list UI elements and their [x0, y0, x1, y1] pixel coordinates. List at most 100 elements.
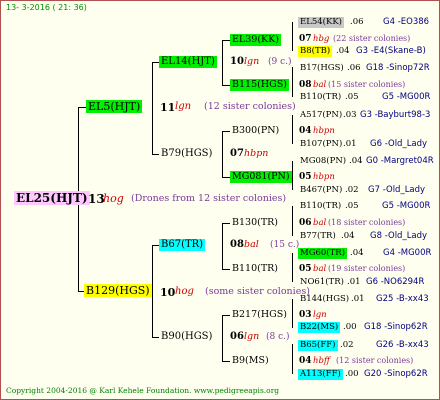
connector	[152, 337, 159, 338]
g1-code: lgn	[175, 101, 192, 112]
connector	[222, 223, 230, 224]
g4-val: .06	[350, 17, 364, 27]
g3-code: lgn	[313, 310, 327, 320]
connector	[222, 269, 230, 270]
g4-node[interactable]: B144(HGS)	[298, 294, 351, 305]
g4-val: .01	[347, 277, 361, 287]
g3-node[interactable]: B9(MS)	[230, 355, 271, 367]
g3-num: 04	[299, 356, 312, 366]
g3-num: 05	[299, 264, 312, 274]
connector	[152, 245, 153, 337]
g2-num: 08	[230, 239, 244, 250]
g3-num: 07	[299, 34, 312, 44]
connector	[222, 40, 223, 85]
g4-node[interactable]: MG60(TR)	[298, 248, 348, 259]
g3-note: (12 sister colonies)	[336, 356, 414, 365]
connector	[292, 22, 293, 51]
g3-code: hbff	[313, 356, 330, 366]
g4-val: .02	[340, 340, 354, 350]
g4-node[interactable]: B17(HGS)	[298, 63, 346, 74]
root-note: (Drones from 12 sister colonies)	[131, 193, 287, 204]
g4-gen: G0 -Margret04R	[366, 156, 434, 166]
connector	[152, 245, 159, 246]
g4-gen: G7 -Old_Lady	[368, 185, 426, 195]
g2-note: (9 c.)	[268, 57, 292, 67]
g4-val: .05	[345, 92, 359, 102]
g4-gen: G26 -B-xx43	[376, 340, 429, 350]
g3-code: bal	[313, 80, 327, 90]
g3-node[interactable]: B217(HGS)	[230, 309, 289, 321]
connector	[222, 40, 230, 41]
g4-node[interactable]: NO61(TR)	[298, 277, 346, 288]
g2-num: 10	[230, 56, 244, 67]
g1-node[interactable]: EL5(HJT)	[86, 100, 143, 113]
copyright-footer: Copyright 2004-2016 @ Karl Kehele Founda…	[6, 386, 280, 395]
connector	[152, 154, 159, 155]
g2-node[interactable]: B90(HGS)	[159, 331, 214, 343]
connector	[222, 361, 230, 362]
g4-gen: G4 -EO386	[383, 17, 430, 27]
g4-node[interactable]: A113(FF)	[298, 369, 343, 380]
g3-code: bal	[313, 264, 327, 274]
g2-code: hbpn	[244, 148, 269, 159]
g4-val: .01	[343, 139, 357, 149]
root-queen[interactable]: EL25(HJT)	[14, 191, 90, 205]
g3-node[interactable]: B110(TR)	[230, 263, 280, 275]
date-stamp: 13- 3-2016 ( 21: 36)	[6, 3, 87, 12]
g4-gen: G3 -Bayburt98-3	[360, 110, 431, 120]
g4-val: .04	[336, 46, 350, 56]
g4-node[interactable]: B8(TB)	[298, 46, 333, 57]
g4-gen: G5 -MG00R	[382, 201, 431, 211]
g3-note: (18 sister colonies)	[328, 218, 406, 227]
g4-gen: G5 -MG00R	[382, 92, 431, 102]
connector	[222, 131, 223, 177]
g4-node[interactable]: B110(TR)	[298, 92, 343, 103]
connector	[292, 67, 293, 97]
connector	[222, 131, 230, 132]
g2-node[interactable]: B79(HGS)	[159, 148, 214, 160]
g3-node[interactable]: MG081(PN)	[230, 171, 292, 183]
connector	[152, 62, 159, 63]
g4-node[interactable]: EL54(KK)	[298, 17, 344, 28]
connector	[222, 315, 230, 316]
connector	[222, 177, 230, 178]
g4-gen: G4 -MG00R	[383, 248, 432, 258]
g3-node[interactable]: B130(TR)	[230, 217, 280, 229]
g4-node[interactable]: MG08(PN)	[298, 156, 348, 167]
g2-node[interactable]: EL14(HJT)	[159, 56, 217, 68]
connector	[222, 315, 223, 361]
connector	[292, 344, 293, 374]
g3-num: 05	[299, 172, 312, 182]
g4-val: .03	[343, 110, 357, 120]
connector	[292, 115, 293, 144]
g1-node[interactable]: B129(HGS)	[84, 284, 152, 297]
g4-gen: G18 -Sinop62R	[364, 322, 428, 332]
g1-num: 10	[160, 286, 176, 299]
g4-node[interactable]: A517(PN)	[298, 110, 344, 121]
g3-node[interactable]: B300(PN)	[230, 125, 281, 137]
root-code: hog	[103, 192, 124, 205]
g4-val: .00	[345, 369, 359, 379]
g3-note: (19 sister colonies)	[328, 264, 406, 273]
g4-node[interactable]: B22(MS)	[298, 322, 341, 333]
g4-val: .06	[347, 63, 361, 73]
g2-node[interactable]: B67(TR)	[159, 239, 206, 251]
g4-gen: G18 -Sinop72R	[366, 63, 430, 73]
g4-node[interactable]: B467(PN)	[298, 185, 344, 196]
g4-node[interactable]: B65(FF)	[298, 340, 338, 351]
connector	[292, 253, 293, 282]
g2-code: lgn	[244, 331, 260, 342]
g4-node[interactable]: B77(TR)	[298, 231, 338, 242]
g2-note: (8 c.)	[266, 332, 290, 342]
g4-val: .04	[341, 231, 355, 241]
g4-gen: G3 -E4(Skane-B)	[356, 46, 426, 56]
g3-node[interactable]: B115(HGS)	[230, 79, 289, 91]
g4-node[interactable]: B107(PN)	[298, 139, 344, 150]
g3-num: 04	[299, 126, 312, 136]
g3-num: 08	[299, 80, 312, 90]
g3-node[interactable]: EL39(KK)	[230, 34, 281, 46]
g4-val: .04	[350, 248, 364, 258]
g4-node[interactable]: B110(TR)	[298, 201, 343, 212]
connector	[222, 85, 230, 86]
g4-val: .00	[343, 322, 357, 332]
